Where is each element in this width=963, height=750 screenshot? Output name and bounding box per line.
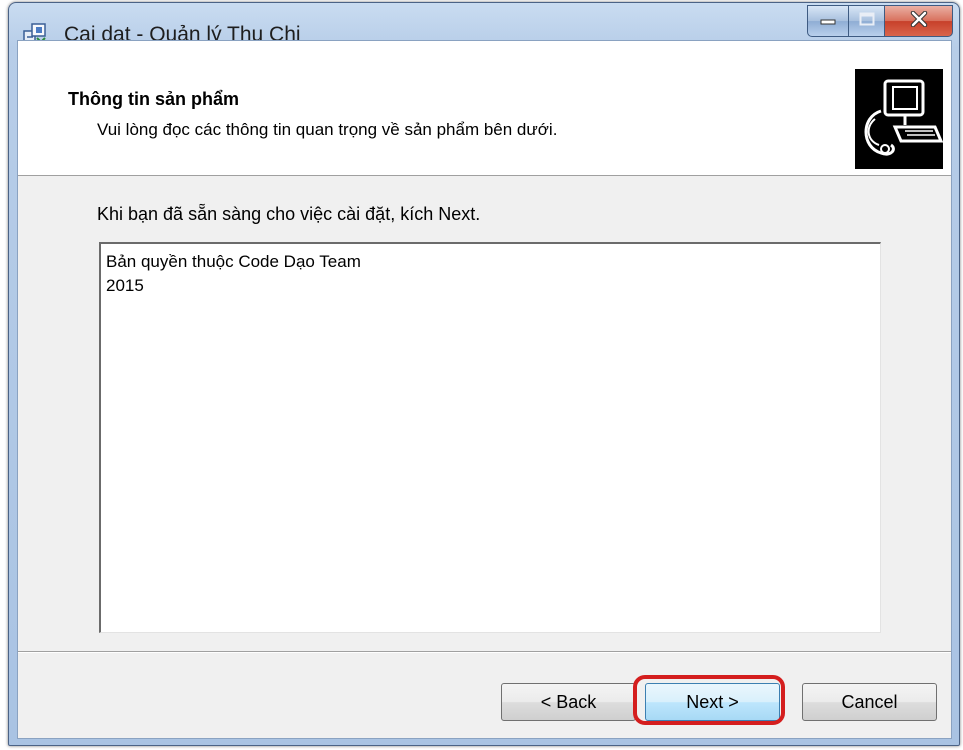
memo-line: Bản quyền thuộc Code Dạo Team [106, 252, 361, 271]
next-button-highlight [633, 675, 785, 725]
computer-install-icon [855, 69, 944, 169]
cancel-button[interactable]: Cancel [802, 683, 937, 721]
footer-divider [18, 651, 951, 653]
minimize-button[interactable] [807, 5, 849, 37]
page-title: Thông tin sản phẩm [68, 89, 239, 109]
product-info-memo[interactable]: Bản quyền thuộc Code Dạo Team 2015 [99, 242, 881, 633]
maximize-button[interactable] [849, 5, 885, 37]
back-button[interactable]: < Back [501, 683, 636, 721]
wizard-header: Thông tin sản phẩm Vui lòng đọc các thôn… [18, 41, 951, 176]
maximize-icon [859, 12, 875, 31]
close-icon [910, 10, 928, 32]
page-subtitle: Vui lòng đọc các thông tin quan trọng về… [97, 120, 558, 139]
wizard-content: Thông tin sản phẩm Vui lòng đọc các thôn… [17, 40, 952, 739]
caption-buttons [807, 5, 953, 39]
close-button[interactable] [885, 5, 953, 37]
minimize-icon [820, 12, 836, 30]
installer-window: Cai dat - Quản lý Thu Chi Thông tin sản … [8, 2, 960, 746]
instruction-text: Khi bạn đã sẵn sàng cho việc cài đặt, kí… [97, 204, 481, 224]
memo-line: 2015 [106, 276, 144, 295]
